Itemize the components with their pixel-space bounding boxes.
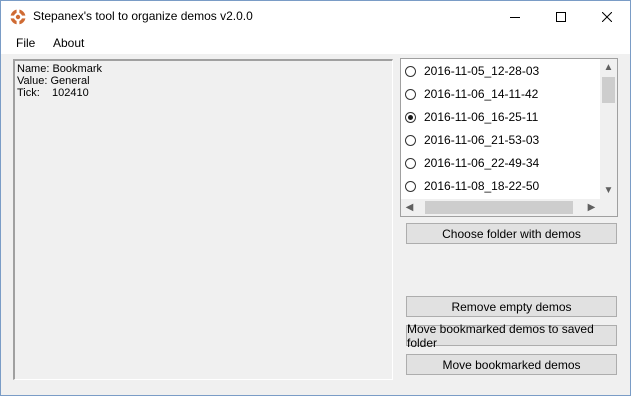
demo-label: 2016-11-05_12-28-03 [424,64,540,78]
horizontal-scrollbar[interactable]: ◀ ▶ [401,199,600,216]
radio-circle [405,111,416,123]
info-tick-row: Tick: 102410 [17,87,392,99]
close-button[interactable] [584,1,630,32]
info-tick-label: Tick: [17,87,40,99]
info-value-label: Value: [17,75,48,87]
menu-bar: File About [1,32,630,54]
window-title: Stepanex's tool to organize demos v2.0.0 [33,9,253,23]
demo-radio-0[interactable]: 2016-11-05_12-28-03 [405,61,539,81]
demo-label: 2016-11-06_14-11-42 [424,87,539,101]
demo-radio-2[interactable]: 2016-11-06_16-25-11 [405,107,538,127]
info-value-row: Value: General [17,75,392,87]
chevron-right-icon[interactable]: ▶ [583,199,600,216]
info-tick-value: 102410 [52,87,89,99]
demo-radio-3[interactable]: 2016-11-06_21-53-03 [405,130,539,150]
tf2-logo-icon [10,9,26,25]
demo-label: 2016-11-06_16-25-11 [424,110,539,124]
minimize-button[interactable] [492,1,538,32]
radio-dot [408,114,413,120]
info-value-value: General [50,75,90,87]
app-window: Stepanex's tool to organize demos v2.0.0… [0,0,631,396]
radio-circle [405,180,416,192]
title-bar[interactable]: Stepanex's tool to organize demos v2.0.0 [1,1,630,32]
radio-circle [405,134,416,146]
demo-label: 2016-11-06_22-49-34 [424,156,540,170]
demo-label: 2016-11-06_21-53-03 [424,133,540,147]
info-name-label: Name: [17,63,50,75]
demo-list[interactable]: 2016-11-05_12-28-03 2016-11-06_14-11-42 … [400,58,618,217]
menu-file[interactable]: File [16,36,35,50]
choose-folder-button[interactable]: Choose folder with demos [406,223,617,244]
minimize-icon [510,16,520,18]
remove-empty-demos-button[interactable]: Remove empty demos [406,296,617,317]
vertical-scroll-thumb[interactable] [602,77,615,103]
move-bookmarked-demos-button[interactable]: Move bookmarked demos [406,354,617,375]
move-to-saved-folder-button[interactable]: Move bookmarked demos to saved folder [406,322,617,350]
menu-about[interactable]: About [53,36,84,50]
info-name-value: Bookmark [52,63,102,75]
demo-label: 2016-11-08_18-22-50 [424,179,540,193]
maximize-icon [556,11,566,22]
radio-circle [405,65,416,77]
radio-circle [405,157,416,169]
chevron-down-icon[interactable]: ▼ [600,182,617,199]
demo-radio-5[interactable]: 2016-11-08_18-22-50 [405,176,539,196]
horizontal-scroll-thumb[interactable] [425,201,573,214]
scrollbar-corner [600,199,617,216]
demo-info-textbox[interactable]: Name: Bookmark Value: General Tick: 1024… [13,59,393,380]
demo-radio-4[interactable]: 2016-11-06_22-49-34 [405,153,539,173]
close-icon [602,11,612,22]
vertical-scrollbar[interactable]: ▲ ▼ [600,59,617,199]
maximize-button[interactable] [538,1,584,32]
chevron-left-icon[interactable]: ◀ [401,199,418,216]
radio-circle [405,88,416,100]
demo-radio-1[interactable]: 2016-11-06_14-11-42 [405,84,538,104]
chevron-up-icon[interactable]: ▲ [600,59,617,76]
info-name-row: Name: Bookmark [17,63,392,75]
